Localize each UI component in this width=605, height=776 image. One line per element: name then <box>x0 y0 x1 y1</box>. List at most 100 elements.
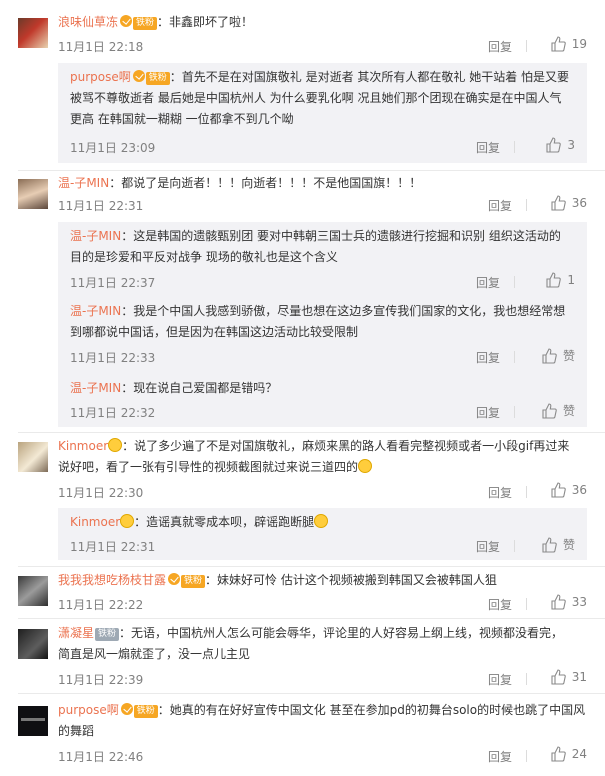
reply-button[interactable]: 回复 <box>488 671 512 688</box>
reply-body: 目的是珍爱和平反对战争 现场的敬礼也是这个含义 <box>70 250 338 264</box>
reply-button[interactable]: 回复 <box>488 197 512 214</box>
comment-meta: 11月1日 22:39 回复 31 <box>58 669 587 689</box>
avatar[interactable] <box>18 18 48 48</box>
comment-body: ：非鑫即坏了啦！ <box>157 15 254 29</box>
divider <box>514 406 515 418</box>
author-name[interactable]: 温-子MIN <box>70 229 121 243</box>
like-count: 3 <box>567 138 575 152</box>
like-button[interactable]: 1 <box>545 272 575 288</box>
like-button[interactable]: 33 <box>550 594 587 610</box>
reply-button[interactable]: 回复 <box>488 596 512 613</box>
author-name[interactable]: Kinmoer <box>58 439 108 453</box>
reply-button[interactable]: 回复 <box>488 748 512 765</box>
divider <box>514 351 515 363</box>
like-button[interactable]: 3 <box>545 137 575 153</box>
reply-button[interactable]: 回复 <box>476 139 500 156</box>
like-button[interactable]: 36 <box>550 195 587 211</box>
reply-body: ：现在说自己爱国都是错吗？ <box>121 381 278 395</box>
like-count: 19 <box>571 37 587 51</box>
author-name[interactable]: 温-子MIN <box>70 381 121 395</box>
reply-box: Kinmoer ：造谣真就零成本呗，辟谣跑断腿 11月1日 22:31 回复 赞 <box>58 508 587 560</box>
author-name[interactable]: 温-子MIN <box>58 176 109 190</box>
reply-box: purpose啊 铁粉 ：首先不是在对国旗敬礼 是对逝者 其次所有人都在敬礼 她干站… <box>58 63 587 163</box>
author-name[interactable]: 浪味仙草冻 <box>58 15 118 29</box>
comment-body: 的舞蹈 <box>58 724 95 738</box>
thumbs-up-icon <box>542 347 557 364</box>
author-name[interactable]: Kinmoer <box>70 515 120 529</box>
author-name[interactable]: purpose啊 <box>70 70 131 84</box>
thumbs-up-icon <box>551 594 566 610</box>
reply-button[interactable]: 回复 <box>476 538 500 555</box>
avatar[interactable] <box>18 576 48 606</box>
like-button[interactable]: 赞 <box>541 347 575 364</box>
like-button[interactable]: 赞 <box>541 402 575 419</box>
reply-button[interactable]: 回复 <box>476 404 500 421</box>
thumbs-up-icon <box>551 195 566 211</box>
thumbs-up-icon <box>546 137 562 153</box>
emoji-icon <box>358 459 373 473</box>
emoji-icon <box>108 438 123 452</box>
like-button[interactable]: 赞 <box>541 536 575 553</box>
avatar[interactable] <box>18 179 48 209</box>
like-button[interactable]: 24 <box>550 746 587 762</box>
reply-button[interactable]: 回复 <box>476 349 500 366</box>
comment-meta: 11月1日 22:31 回复 36 <box>58 195 587 215</box>
comment-body: 简直是风一煽就歪了，没一点儿主见 <box>58 647 251 661</box>
comment-body: ：妹妹好可怜 估计这个视频被搬到韩国又会被韩国人狙 <box>205 573 497 587</box>
comment-body: 说好吧，看了一张有引导性的视频截图就过来说三道四的 <box>58 460 359 474</box>
thumbs-up-icon <box>542 536 557 553</box>
divider <box>526 598 527 610</box>
author-name[interactable]: 温-子MIN <box>70 304 121 318</box>
timestamp: 11月1日 22:33 <box>70 351 156 365</box>
divider <box>514 540 515 552</box>
fan-badge: 铁粉 <box>95 628 120 641</box>
timestamp: 11月1日 22:46 <box>58 750 144 764</box>
comment-meta: 11月1日 22:46 回复 24 <box>58 746 587 766</box>
avatar[interactable] <box>18 629 48 659</box>
emoji-icon <box>120 514 135 528</box>
fan-badge: 铁粉 <box>145 72 170 85</box>
author-name[interactable]: 潇凝星 <box>58 626 94 640</box>
divider <box>18 618 605 619</box>
divider <box>526 199 527 211</box>
author-name[interactable]: purpose啊 <box>58 703 119 717</box>
divider <box>526 486 527 498</box>
reply-text: 温-子MIN：我是个中国人我感到骄傲，尽量也想在这边多宣传我们国家的文化，我也想… <box>70 301 575 343</box>
verified-icon <box>120 703 133 715</box>
reply-body: ：造谣真就零成本呗，辟谣跑断腿 <box>134 515 315 529</box>
comment-body: ：无语，中国杭州人怎么可能会辱华，评论里的人好容易上纲上线，视频都没看完， <box>119 626 564 640</box>
like-count: 36 <box>571 196 587 210</box>
comment-text: 我我我想吃杨枝甘露 铁粉 ：妹妹好可怜 估计这个视频被搬到韩国又会被韩国人狙 <box>58 570 587 591</box>
divider <box>18 170 605 171</box>
reply-button[interactable]: 回复 <box>488 38 512 55</box>
comment-text: 浪味仙草冻 铁粉 ：非鑫即坏了啦！ <box>58 12 587 33</box>
timestamp: 11月1日 22:31 <box>58 199 144 213</box>
reply-button[interactable]: 回复 <box>476 274 500 291</box>
like-button[interactable]: 31 <box>550 669 587 685</box>
timestamp: 11月1日 22:18 <box>58 40 144 54</box>
timestamp: 11月1日 22:39 <box>58 673 144 687</box>
author-name[interactable]: 我我我想吃杨枝甘露 <box>58 573 166 587</box>
fan-badge: 铁粉 <box>133 17 158 30</box>
divider <box>18 693 605 694</box>
verified-icon <box>132 70 145 82</box>
like-button[interactable]: 36 <box>550 482 587 498</box>
reply-box: 温-子MIN：这是韩国的遗骸甄别团 要对中韩朝三国士兵的遗骸进行挖掘和识别 组织… <box>58 222 587 427</box>
divider <box>18 432 605 433</box>
fan-badge: 铁粉 <box>133 705 158 718</box>
reply-button[interactable]: 回复 <box>488 484 512 501</box>
reply-meta: 11月1日 22:31 回复 赞 <box>70 536 575 556</box>
avatar[interactable] <box>18 706 48 736</box>
like-label: 赞 <box>562 404 575 418</box>
reply-meta: 11月1日 23:09 回复 3 <box>70 137 575 157</box>
reply-text: purpose啊 铁粉 ：首先不是在对国旗敬礼 是对逝者 其次所有人都在敬礼 她干站… <box>70 67 575 130</box>
like-button[interactable]: 19 <box>550 36 587 52</box>
thumbs-up-icon <box>542 402 557 419</box>
avatar[interactable] <box>18 442 48 472</box>
thumbs-up-icon <box>551 746 566 762</box>
like-count: 1 <box>567 273 575 287</box>
comment-text: purpose啊 铁粉 ：她真的有在好好宣传中国文化 甚至在参加pd的初舞台solo… <box>58 700 587 742</box>
reply-body: 更高 在韩国就一糊糊 一位都拿不到几个呦 <box>70 112 294 126</box>
like-label: 赞 <box>562 349 575 363</box>
like-count: 36 <box>571 483 587 497</box>
